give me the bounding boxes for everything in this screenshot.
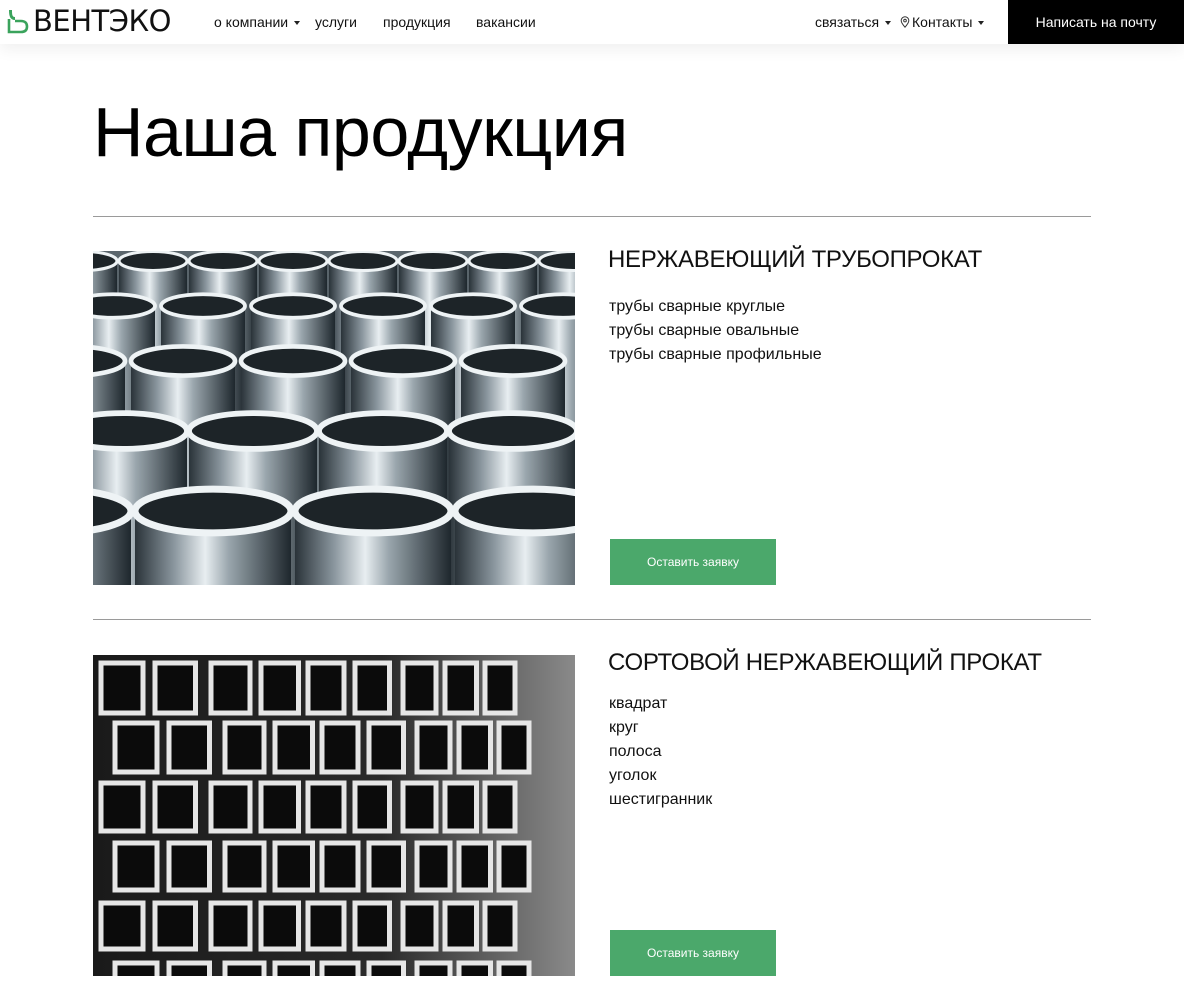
list-item: квадрат <box>609 695 668 712</box>
product-items-list: квадрат круг полоса уголок шестигранник <box>609 692 712 812</box>
nav-item-services[interactable]: услуги <box>315 0 357 44</box>
product-title: СОРТОВОЙ НЕРЖАВЕЮЩИЙ ПРОКАТ <box>608 649 1042 676</box>
round-pipes-photo <box>93 251 575 585</box>
list-item: трубы сварные овальные <box>609 322 800 339</box>
location-pin-icon <box>900 16 910 28</box>
list-item: уголок <box>609 767 657 784</box>
contact-label: связаться <box>815 14 880 30</box>
product-items-list: трубы сварные круглые трубы сварные овал… <box>609 295 822 367</box>
product-title: НЕРЖАВЕЮЩИЙ ТРУБОПРОКАТ <box>608 246 982 273</box>
write-email-button[interactable]: Написать на почту <box>1008 0 1184 44</box>
leaf-logo-icon <box>7 10 29 34</box>
list-item: полоса <box>609 743 662 760</box>
list-item: круг <box>609 719 639 736</box>
contacts-label: Контакты <box>912 14 973 30</box>
order-request-button[interactable]: Оставить заявку <box>610 930 776 976</box>
logo[interactable]: ВЕНТЭКО <box>6 6 171 36</box>
caret-down-icon <box>294 21 301 25</box>
page-title: Наша продукция <box>93 93 628 171</box>
nav-item-label: вакансии <box>476 14 536 30</box>
nav-item-about[interactable]: о компании <box>214 0 301 44</box>
nav-item-label: услуги <box>315 14 357 30</box>
nav-item-products[interactable]: продукция <box>383 0 451 44</box>
contacts-dropdown[interactable]: Контакты <box>900 0 985 44</box>
divider <box>93 619 1091 620</box>
order-request-button[interactable]: Оставить заявку <box>610 539 776 585</box>
nav-item-label: о компании <box>214 14 289 30</box>
list-item: трубы сварные круглые <box>609 298 786 315</box>
nav-item-vacancies[interactable]: вакансии <box>476 0 536 44</box>
divider <box>93 216 1091 217</box>
list-item: трубы сварные профильные <box>609 346 822 363</box>
caret-down-icon <box>885 21 892 25</box>
logo-text: ВЕНТЭКО <box>33 4 171 38</box>
square-pipes-photo <box>93 655 575 976</box>
caret-down-icon <box>978 21 985 25</box>
list-item: шестигранник <box>609 791 713 808</box>
site-header: ВЕНТЭКО о компании услуги продукция вака… <box>0 0 1184 44</box>
nav-item-label: продукция <box>383 14 451 30</box>
contact-dropdown[interactable]: связаться <box>815 0 892 44</box>
